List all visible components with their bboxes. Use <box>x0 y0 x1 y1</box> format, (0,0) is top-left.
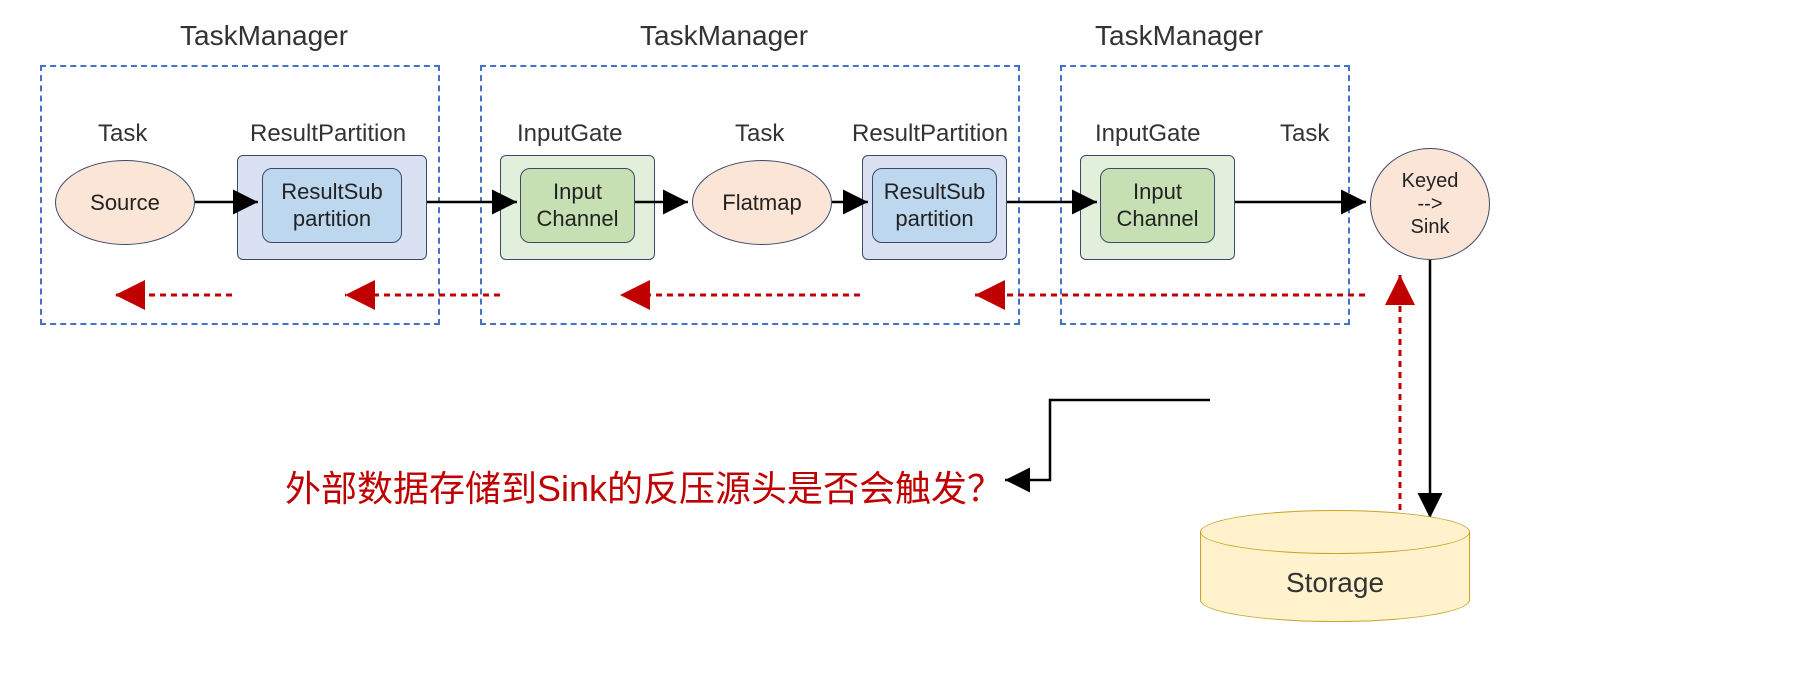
tm2-task-label: Task <box>735 120 784 148</box>
tm3-ig-inner: Input Channel <box>1100 168 1215 243</box>
tm2-ig-label: InputGate <box>517 120 622 148</box>
question-text: 外部数据存储到Sink的反压源头是否会触发？ <box>285 460 1003 512</box>
tm1-rp-inner: ResultSub partition <box>262 168 402 243</box>
tm2-ig-inner: Input Channel <box>520 168 635 243</box>
storage-top <box>1200 510 1470 554</box>
keyed-sink-task: Keyed --> Sink <box>1370 148 1490 260</box>
tm2-label: TaskManager <box>640 20 808 52</box>
tm3-ig-label: InputGate <box>1095 120 1200 148</box>
tm3-task-label: Task <box>1280 120 1329 148</box>
source-task-text: Source <box>90 190 160 215</box>
flatmap-task: Flatmap <box>692 160 832 245</box>
tm1-task-label: Task <box>98 120 147 148</box>
storage-cylinder: Storage <box>1200 510 1470 640</box>
tm1-label: TaskManager <box>180 20 348 52</box>
flatmap-task-text: Flatmap <box>722 190 801 215</box>
storage-label: Storage <box>1286 567 1384 599</box>
source-task: Source <box>55 160 195 245</box>
tm3-label: TaskManager <box>1095 20 1263 52</box>
keyed-sink-text: Keyed --> Sink <box>1402 170 1459 239</box>
tm1-rp-label: ResultPartition <box>250 120 406 148</box>
tm2-rp-inner: ResultSub partition <box>872 168 997 243</box>
arrow-question-pointer <box>1005 400 1210 480</box>
tm2-rp-label: ResultPartition <box>852 120 1008 148</box>
